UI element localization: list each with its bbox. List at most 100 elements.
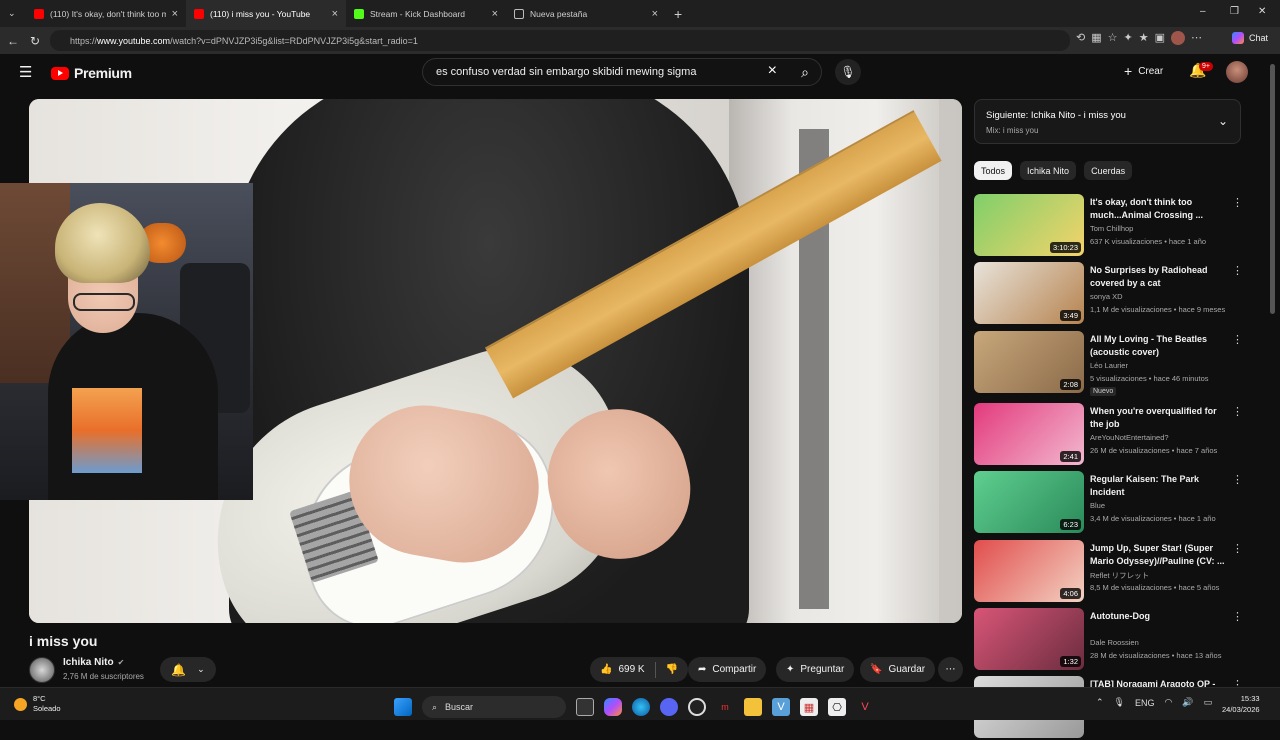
app-tiles-icon[interactable]: ▦ — [800, 698, 818, 716]
reload-icon[interactable]: ↻ — [24, 34, 46, 48]
more-vertical-icon[interactable]: ⋮ — [1232, 542, 1243, 555]
recommendation-channel[interactable]: Blue — [1090, 501, 1105, 510]
dislike-icon[interactable]: 👎 — [666, 664, 678, 675]
recommendation-item[interactable]: 2:08 All My Loving - The Beatles (acousti… — [974, 331, 1264, 396]
app-red-icon[interactable]: m — [716, 698, 734, 716]
task-view-icon[interactable] — [576, 698, 594, 716]
subscription-bell-button[interactable]: 🔔 ⌄ — [160, 657, 216, 682]
close-window-icon[interactable]: ✕ — [1258, 6, 1266, 17]
volume-icon[interactable]: 🔊 — [1182, 697, 1193, 708]
obs-icon[interactable] — [688, 698, 706, 716]
video-thumbnail[interactable]: 6:23 — [974, 471, 1084, 533]
recommendation-channel[interactable]: AreYouNotEntertained? — [1090, 433, 1169, 442]
ask-button[interactable]: ✦ Preguntar — [776, 657, 855, 682]
playlist-next-box[interactable]: Siguiente: Ichika Nito - i miss you Mix:… — [974, 99, 1241, 144]
vscode-like-icon[interactable]: V — [772, 698, 790, 716]
voice-search-button[interactable]: 🎙 — [835, 59, 861, 85]
browser-tab-1[interactable]: (110) It's okay, don't think too mu × — [26, 0, 186, 27]
collections-icon[interactable]: ▣ — [1155, 31, 1165, 45]
video-thumbnail[interactable]: 1:32 — [974, 608, 1084, 670]
recommendation-title[interactable]: It's okay, don't think too much...Animal… — [1090, 196, 1225, 222]
valorant-icon[interactable]: V — [856, 698, 874, 716]
recommendation-item[interactable]: 6:23 Regular Kaisen: The Park Incident Blu… — [974, 471, 1264, 535]
windows-start-icon[interactable] — [394, 698, 412, 716]
recommendation-channel[interactable]: Dale Roossien — [1090, 638, 1139, 647]
recommendation-title[interactable]: When you're overqualified for the job — [1090, 405, 1225, 431]
recommendation-item[interactable]: 2:41 When you're overqualified for the jo… — [974, 403, 1264, 467]
recommendation-title[interactable]: Jump Up, Super Star! (Super Mario Odysse… — [1090, 542, 1225, 568]
channel-name-row[interactable]: Ichika Nito ✔ — [63, 657, 124, 668]
weather-widget[interactable]: 8°C Soleado — [14, 694, 61, 714]
copilot-icon[interactable] — [604, 698, 622, 716]
profile-icon[interactable] — [1171, 31, 1185, 45]
youtube-premium-logo[interactable]: Premium — [51, 65, 132, 81]
recommendation-title[interactable]: Regular Kaisen: The Park Incident — [1090, 473, 1225, 499]
recommendation-title[interactable]: Autotune-Dog — [1090, 610, 1225, 623]
favorites-icon[interactable]: ★ — [1139, 31, 1149, 45]
search-input[interactable]: es confuso verdad sin embargo skibidi me… — [436, 66, 696, 78]
recommendation-item[interactable]: 3:10:23 It's okay, don't think too much..… — [974, 194, 1264, 258]
translate-icon[interactable]: ⟲ — [1076, 31, 1085, 45]
taskbar-search[interactable]: ⌕ Buscar — [422, 696, 566, 718]
chevron-up-icon[interactable]: ⌃ — [1096, 697, 1104, 708]
recommendation-channel[interactable]: sonya XD — [1090, 292, 1123, 301]
edge-icon[interactable] — [632, 698, 650, 716]
recommendation-item[interactable]: 3:49 No Surprises by Radiohead covered by… — [974, 262, 1264, 326]
discord-icon[interactable] — [660, 698, 678, 716]
clock[interactable]: 15:33 24/03/2026 — [1222, 693, 1260, 715]
copilot-chat-button[interactable]: Chat — [1232, 32, 1268, 44]
new-tab-button[interactable]: + — [666, 0, 690, 27]
chevron-down-icon[interactable]: ⌄ — [1218, 114, 1228, 128]
close-tab-icon[interactable]: × — [332, 8, 338, 20]
recommendation-item[interactable]: 1:32 Autotune-Dog Dale Roossien 28 M de vis… — [974, 608, 1264, 672]
chip-cuerdas[interactable]: Cuerdas — [1084, 161, 1133, 180]
search-box[interactable]: es confuso verdad sin embargo skibidi me… — [422, 58, 822, 86]
search-icon[interactable]: ⌕ — [801, 64, 809, 81]
page-scrollbar[interactable] — [1270, 64, 1275, 314]
close-tab-icon[interactable]: × — [492, 8, 498, 20]
favorite-star-icon[interactable]: ☆ — [1108, 31, 1118, 45]
more-vertical-icon[interactable]: ⋮ — [1232, 473, 1243, 486]
browser-tab-2[interactable]: (110) i miss you - YouTube × — [186, 0, 346, 27]
chip-ichika-nito[interactable]: Ichika Nito — [1020, 161, 1077, 180]
browser-tab-4[interactable]: Nueva pestaña × — [506, 0, 666, 27]
more-menu-icon[interactable]: ⋯ — [1191, 31, 1202, 45]
recommendation-channel[interactable]: Tom Chillhop — [1090, 224, 1133, 233]
more-vertical-icon[interactable]: ⋮ — [1232, 610, 1243, 623]
save-button[interactable]: 🔖 Guardar — [860, 657, 936, 682]
more-vertical-icon[interactable]: ⋮ — [1232, 333, 1243, 346]
recommendation-title[interactable]: No Surprises by Radiohead covered by a c… — [1090, 264, 1225, 290]
back-icon[interactable]: ← — [2, 34, 24, 48]
more-vertical-icon[interactable]: ⋮ — [1232, 405, 1243, 418]
file-explorer-icon[interactable] — [744, 698, 762, 716]
recommendation-channel[interactable]: Léo Laurier — [1090, 361, 1128, 370]
clear-search-icon[interactable]: × — [768, 62, 777, 80]
app-dark-icon[interactable]: ⎔ — [828, 698, 846, 716]
close-tab-icon[interactable]: × — [652, 8, 658, 20]
share-button[interactable]: ➦ Compartir — [688, 657, 767, 682]
restore-icon[interactable]: ❐ — [1230, 6, 1239, 17]
video-thumbnail[interactable]: 3:10:23 — [974, 194, 1084, 256]
like-count[interactable]: 699 K — [618, 664, 644, 675]
recommendation-item[interactable]: 4:06 Jump Up, Super Star! (Super Mario Od… — [974, 540, 1264, 604]
channel-avatar[interactable] — [29, 657, 55, 683]
recommendation-channel[interactable]: Reflet リフレット — [1090, 570, 1149, 581]
like-icon[interactable]: 👍 — [600, 664, 612, 675]
channel-name[interactable]: Ichika Nito — [63, 657, 114, 668]
minimize-icon[interactable]: – — [1200, 6, 1206, 17]
video-thumbnail[interactable]: 2:08 — [974, 331, 1084, 393]
close-tab-icon[interactable]: × — [172, 8, 178, 20]
video-thumbnail[interactable]: 3:49 — [974, 262, 1084, 324]
url-field[interactable]: https://www.youtube.com/watch?v=dPNVJZP3… — [50, 30, 1070, 51]
battery-icon[interactable]: ▭ — [1204, 697, 1213, 708]
language-indicator[interactable]: ENG — [1135, 698, 1155, 708]
video-thumbnail[interactable]: 2:41 — [974, 403, 1084, 465]
create-button[interactable]: + Crear — [1124, 63, 1163, 79]
more-actions-button[interactable]: ⋯ — [938, 657, 963, 682]
tab-menu-button[interactable]: ⌄ — [0, 0, 26, 27]
mic-tray-icon[interactable]: 🎙 — [1114, 697, 1125, 708]
account-avatar[interactable] — [1226, 61, 1248, 83]
extensions-icon[interactable]: ✦ — [1124, 31, 1133, 45]
menu-icon[interactable]: ☰ — [19, 63, 32, 81]
recommendation-title[interactable]: All My Loving - The Beatles (acoustic co… — [1090, 333, 1225, 359]
